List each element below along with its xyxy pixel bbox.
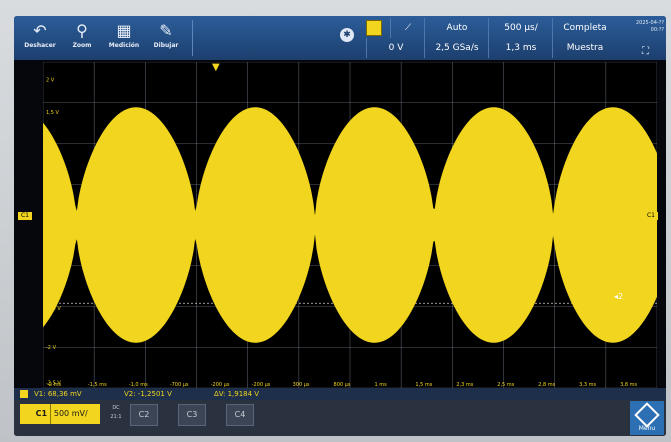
menu-button[interactable]: Menu [630,401,664,435]
timebase[interactable]: 500 µs/ [488,18,553,38]
channel4-button[interactable]: C4 [226,404,254,426]
trigger-level-marker[interactable]: C1 [644,212,658,220]
zoom-button[interactable]: ⚲ Zoom [62,18,102,58]
voltage-tick-label: 2 V [46,78,55,84]
channel1-scale: 500 mV/ [53,409,88,418]
fullscreen-icon[interactable]: ⛶ [642,46,649,57]
trigger-position-icon[interactable]: ▼ [212,62,220,73]
waveform-svg: 2 V1,5 V1 V-1 V-1,5 V-2 V-2,5 V-2 ms -1,5… [42,61,658,389]
date-time: 2025-04-?? 00:?? [635,20,664,33]
cursor-delta-v: ΔV: 1,9184 V [214,390,260,398]
sample-rate[interactable]: 2,5 GSa/s [424,38,489,58]
cursor-v2: V2: -1,2501 V [124,390,172,398]
trigger-level[interactable]: 0 V [366,38,425,58]
trigger-mode[interactable]: Auto [424,18,489,38]
ruler-icon: ▦ [116,21,132,40]
signal-waveform [42,107,658,343]
undo-button[interactable]: ↶ Deshacer [20,18,60,58]
cursor-icon[interactable] [20,390,28,398]
cursor-marker[interactable]: ◂2 [614,292,623,301]
menu-diamond-icon [634,402,660,428]
voltage-tick-label: 1 V [46,143,55,149]
magnifier-icon: ⚲ [76,21,88,40]
record-length[interactable]: 1,3 ms [488,38,553,58]
top-toolbar: ↶ Deshacer ⚲ Zoom ▦ Medición ✎ Dibujar ✱… [14,16,666,60]
channel-bar: C1 500 mV/ DC 21:1 C2 C3 C4 Menu [14,400,666,436]
voltage-tick-label: 1,5 V [46,110,60,116]
undo-arrow-icon: ↶ [33,21,47,40]
acq-mode[interactable]: Muestra [552,38,617,58]
voltage-tick-label: -2 V [46,345,57,351]
cursor-v1: V1: 68,36 mV [34,390,82,398]
voltage-tick-label: -1 V [46,273,57,279]
channel1-button[interactable]: C1 500 mV/ [20,404,100,424]
acq-type[interactable]: Completa [552,18,617,38]
draw-button[interactable]: ✎ Dibujar [146,18,186,58]
measure-button[interactable]: ▦ Medición [104,18,144,58]
cursor-measurement-bar: V1: 68,36 mV V2: -1,2501 V ΔV: 1,9184 V [14,388,666,400]
voltage-tick-label: -1,5 V [46,306,61,312]
pencil-icon: ✎ [159,21,173,40]
channel2-button[interactable]: C2 [130,404,158,426]
waveform-plot[interactable]: 2 V 1,5 V1 V -1 V -1,5 V -2 V -2,5 V -2 ms -1,5… [42,61,658,389]
trigger-slope-icon[interactable]: ⟋ [390,18,425,38]
oscilloscope-screen: ↶ Deshacer ⚲ Zoom ▦ Medición ✎ Dibujar ✱… [14,16,666,436]
toolbar-divider [192,20,193,56]
channel1-coupling: DC 21:1 [110,405,122,420]
settings-gear-icon[interactable]: ✱ [340,28,354,42]
channel1-offset-marker[interactable]: C1 [18,212,32,220]
channel3-button[interactable]: C3 [178,404,206,426]
trigger-source-icon[interactable] [366,20,382,36]
